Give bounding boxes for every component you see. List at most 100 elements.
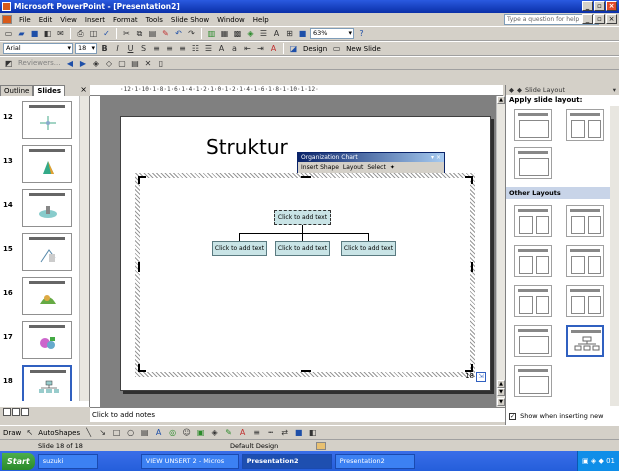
underline-icon[interactable]: U	[125, 43, 136, 54]
resize-handle[interactable]	[138, 262, 140, 272]
insert-comment-icon[interactable]: ▢	[116, 58, 127, 69]
resize-handle[interactable]	[138, 176, 146, 184]
org-chart-node-middle[interactable]: Click to add text	[275, 241, 330, 256]
italic-icon[interactable]: I	[112, 43, 123, 54]
scroll-down-icon[interactable]: ▼	[497, 398, 505, 406]
previous-slide-icon[interactable]: ▲	[497, 380, 505, 388]
layout-button[interactable]: Layout	[343, 164, 363, 171]
autoshapes-menu[interactable]: AutoShapes	[38, 429, 80, 437]
autoformat-icon[interactable]: ✦	[390, 164, 395, 171]
close-panel-icon[interactable]: ×	[80, 85, 90, 96]
slides-panel-scrollbar[interactable]	[79, 96, 89, 401]
save-icon[interactable]: ■	[29, 28, 40, 39]
picture-icon[interactable]: ▣	[195, 427, 206, 438]
oval-icon[interactable]: ○	[125, 427, 136, 438]
insert-shape-button[interactable]: Insert Shape	[301, 164, 339, 171]
permission-icon[interactable]: ◧	[42, 28, 53, 39]
doc-close-button[interactable]: ×	[606, 14, 617, 24]
layout-table[interactable]	[514, 325, 552, 357]
layout-title-only[interactable]	[514, 109, 552, 141]
slide-options-icon[interactable]: ⇲	[476, 372, 486, 382]
layout-clipart-text[interactable]	[566, 205, 604, 237]
slide-thumbnail[interactable]: 13	[0, 143, 80, 185]
line-style-icon[interactable]: ≡	[251, 427, 262, 438]
slide-thumbnail[interactable]: 12	[0, 99, 80, 141]
draw-menu[interactable]: Draw	[3, 429, 21, 437]
font-color-icon[interactable]: A	[268, 43, 279, 54]
slide-scrollbar[interactable]: ▲ ▲ ▼ ▼	[496, 96, 505, 407]
maximize-button[interactable]: ▫	[594, 1, 605, 11]
reviewing-pane-icon[interactable]: ▯	[155, 58, 166, 69]
taskbar-item[interactable]: Presentation2	[334, 453, 415, 469]
org-chart-placeholder[interactable]	[135, 173, 475, 377]
shadow-icon[interactable]: S	[138, 43, 149, 54]
shadow-style-icon[interactable]: ■	[293, 427, 304, 438]
align-center-icon[interactable]: ≡	[164, 43, 175, 54]
resize-handle[interactable]	[138, 364, 146, 372]
wordart-icon[interactable]: A	[153, 427, 164, 438]
slide-thumbnail[interactable]: 16	[0, 275, 80, 317]
normal-view-icon[interactable]	[3, 408, 11, 416]
paste-icon[interactable]: ▤	[147, 28, 158, 39]
3d-style-icon[interactable]: ◧	[307, 427, 318, 438]
align-right-icon[interactable]: ≡	[177, 43, 188, 54]
org-chart-close-icon[interactable]: ▾ ×	[431, 153, 441, 162]
font-select[interactable]: Arial	[3, 43, 73, 54]
decrease-indent-icon[interactable]: ⇤	[242, 43, 253, 54]
start-button[interactable]: Start	[2, 452, 35, 470]
grid-icon[interactable]: ⊞	[284, 28, 295, 39]
delete-comment-icon[interactable]: ✕	[142, 58, 153, 69]
menu-file[interactable]: File	[15, 16, 35, 24]
copy-icon[interactable]: ⧉	[134, 28, 145, 39]
undo-icon[interactable]: ↶	[173, 28, 184, 39]
insert-table-icon[interactable]: ▦	[219, 28, 230, 39]
new-icon[interactable]: ▭	[3, 28, 14, 39]
resize-handle[interactable]	[301, 176, 311, 178]
forward-icon[interactable]: ◆	[517, 85, 522, 95]
slide-canvas[interactable]: Struktur Organization Chart ▾ × Insert S…	[120, 116, 491, 391]
tab-outline[interactable]: Outline	[0, 85, 34, 96]
apply-icon[interactable]: ◈	[90, 58, 101, 69]
font-size-select[interactable]: 18	[75, 43, 97, 54]
layout-title-content[interactable]	[566, 109, 604, 141]
numbering-icon[interactable]: ☷	[190, 43, 201, 54]
cut-icon[interactable]: ✂	[121, 28, 132, 39]
increase-font-icon[interactable]: A	[216, 43, 227, 54]
textbox-icon[interactable]: ▤	[139, 427, 150, 438]
spelling-icon[interactable]: ✓	[101, 28, 112, 39]
taskbar-item[interactable]: suzuki	[37, 453, 98, 469]
zoom-select[interactable]: 63%	[310, 28, 354, 39]
slide-sorter-icon[interactable]	[12, 408, 20, 416]
decrease-font-icon[interactable]: a	[229, 43, 240, 54]
select-button[interactable]: Select	[367, 164, 386, 171]
tables-borders-icon[interactable]: ▩	[232, 28, 243, 39]
doc-minimize-button[interactable]: _	[582, 14, 593, 24]
help-icon[interactable]: ?	[356, 28, 367, 39]
task-pane-scrollbar[interactable]	[610, 106, 619, 406]
open-icon[interactable]: ▰	[16, 28, 27, 39]
color-grayscale-icon[interactable]: ■	[297, 28, 308, 39]
layout-media-text[interactable]	[566, 285, 604, 317]
align-left-icon[interactable]: ≡	[151, 43, 162, 54]
increase-indent-icon[interactable]: ⇥	[255, 43, 266, 54]
menu-view[interactable]: View	[56, 16, 81, 24]
expand-all-icon[interactable]: ☰	[258, 28, 269, 39]
clipart-icon[interactable]: ☺	[181, 427, 192, 438]
reviewers-button[interactable]: Reviewers...	[16, 59, 62, 67]
diagram-icon[interactable]: ◎	[167, 427, 178, 438]
font-color-draw-icon[interactable]: A	[237, 427, 248, 438]
line-color-icon[interactable]: ✎	[223, 427, 234, 438]
previous-item-icon[interactable]: ◀	[64, 58, 75, 69]
menu-format[interactable]: Format	[109, 16, 142, 24]
dash-style-icon[interactable]: ┅	[265, 427, 276, 438]
next-slide-icon[interactable]: ▼	[497, 388, 505, 396]
layout-chart[interactable]	[514, 365, 552, 397]
design-button[interactable]: Design	[301, 45, 329, 53]
select-objects-icon[interactable]: ↖	[24, 427, 35, 438]
task-pane-menu-icon[interactable]: ▾	[613, 85, 619, 95]
menu-window[interactable]: Window	[213, 16, 249, 24]
resize-handle[interactable]	[465, 176, 473, 184]
insert-chart-icon[interactable]: ▥	[206, 28, 217, 39]
org-chart-node-top[interactable]: Click to add text	[274, 210, 331, 225]
menu-insert[interactable]: Insert	[81, 16, 109, 24]
